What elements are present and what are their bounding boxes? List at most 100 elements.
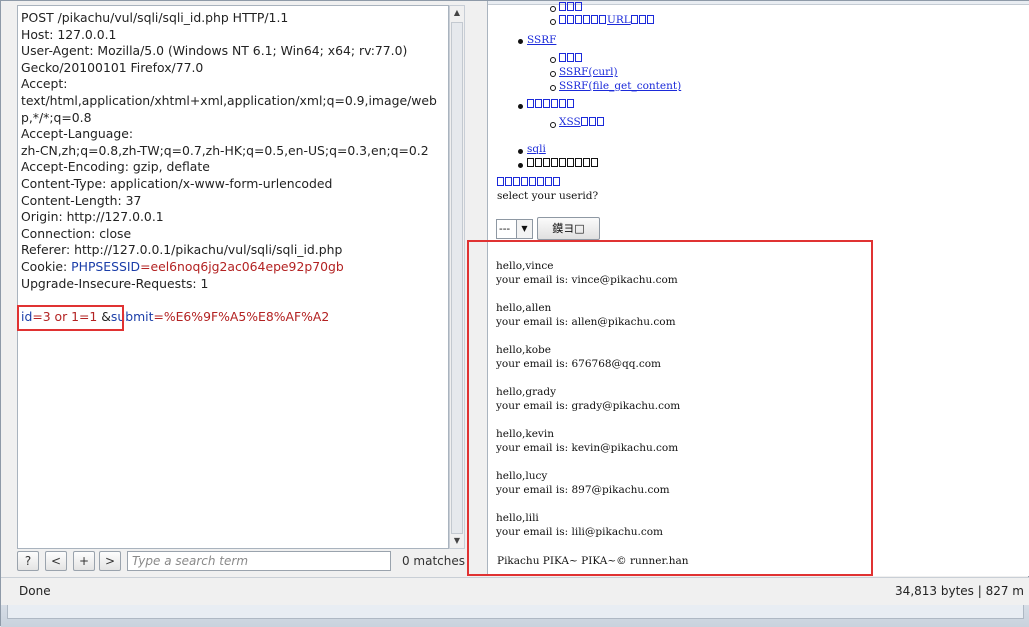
nav-link[interactable] — [559, 1, 583, 13]
status-text: Done — [19, 584, 51, 598]
result-entry: hello,vince your email is: vince@pikachu.… — [496, 259, 796, 287]
result-email: your email is: grady@pikachu.com — [496, 400, 681, 412]
scrollbar-thumb[interactable] — [451, 22, 463, 534]
userid-select[interactable]: --- ▼ — [496, 219, 533, 239]
result-email: your email is: vince@pikachu.com — [496, 274, 678, 286]
nav-link-ssrf-file[interactable]: SSRF(file_get_content) — [559, 80, 681, 92]
request-token: Referer: http://127.0.0.1/pikachu/vul/sq… — [21, 242, 343, 258]
request-token: Accept-Encoding: gzip, deflate — [21, 159, 210, 175]
help-button[interactable]: ? — [17, 551, 39, 571]
request-line: Accept: — [21, 76, 448, 93]
search-input[interactable]: Type a search term — [127, 551, 391, 571]
request-line — [21, 292, 448, 309]
request-line: Referer: http://127.0.0.1/pikachu/vul/sq… — [21, 242, 448, 259]
request-token: =%E6%9F%A5%E8%AF%A2 — [153, 308, 330, 324]
request-token: Content-Type: application/x-www-form-url… — [21, 175, 333, 191]
window-bottom-edge — [1, 605, 1029, 627]
result-greeting: hello,lucy — [496, 470, 548, 482]
request-token: PHPSESSID — [71, 258, 141, 274]
nav-link-sqli[interactable]: sqli — [527, 143, 546, 155]
request-line: p,*/*;q=0.8 — [21, 110, 448, 127]
request-line: Accept-Language: — [21, 126, 448, 143]
nav-link-ssrf[interactable]: SSRF — [527, 34, 556, 46]
nav-link-group[interactable] — [527, 98, 575, 110]
request-token: Gecko/20100101 Firefox/77.0 — [21, 59, 204, 75]
request-line: User-Agent: Mozilla/5.0 (Windows NT 6.1;… — [21, 43, 448, 60]
request-token: p,*/*;q=0.8 — [21, 109, 92, 125]
scroll-up-icon[interactable]: ▲ — [451, 6, 463, 20]
request-token: id — [21, 308, 33, 324]
request-line: Origin: http://127.0.0.1 — [21, 209, 448, 226]
scroll-down-icon[interactable]: ▼ — [451, 534, 463, 548]
result-greeting: hello,kobe — [496, 344, 551, 356]
result-email: your email is: kevin@pikachu.com — [496, 442, 679, 454]
request-line: Connection: close — [21, 226, 448, 243]
request-token: text/html,application/xhtml+xml,applicat… — [21, 92, 437, 108]
nav-link-ssrf-curl[interactable]: SSRF(curl) — [559, 66, 618, 78]
page-title-link[interactable] — [497, 176, 561, 188]
page-footer: Pikachu PIKA~ PIKA~© runner.han — [497, 555, 689, 567]
request-token: User-Agent: Mozilla/5.0 (Windows NT 6.1;… — [21, 43, 408, 59]
result-entry: hello,allen your email is: allen@pikachu.… — [496, 301, 796, 329]
request-pane: POST /pikachu/vul/sqli/sqli_id.php HTTP/… — [13, 3, 465, 573]
nav-link-ssrf-overview[interactable] — [559, 52, 583, 64]
result-entry: hello,lili your email is: lili@pikachu.co… — [496, 511, 796, 539]
request-token: Upgrade-Insecure-Requests: 1 — [21, 275, 209, 291]
request-token: & — [97, 308, 111, 324]
sub-bullet-icon — [550, 6, 556, 12]
request-editor[interactable]: POST /pikachu/vul/sqli/sqli_id.php HTTP/… — [17, 5, 449, 549]
request-token: zh-CN,zh;q=0.8,zh-TW;q=0.7,zh-HK;q=0.5,e… — [21, 142, 429, 158]
request-scrollbar[interactable]: ▲ ▼ — [449, 5, 465, 549]
request-line: Cookie: PHPSESSID=eel6noq6jg2ac064epe92p… — [21, 259, 448, 276]
result-email: your email is: lili@pikachu.com — [496, 526, 664, 538]
select-prompt: select your userid? — [497, 190, 599, 202]
nav-link-url[interactable]: URL — [559, 14, 655, 26]
pane-splitter[interactable] — [467, 1, 487, 576]
request-line: Upgrade-Insecure-Requests: 1 — [21, 276, 448, 293]
request-line: Content-Type: application/x-www-form-url… — [21, 176, 448, 193]
result-email: your email is: 897@pikachu.com — [496, 484, 670, 496]
next-match-button[interactable]: > — [99, 551, 121, 571]
bullet-icon — [518, 149, 523, 154]
result-greeting: hello,allen — [496, 302, 552, 314]
request-token: Accept-Language: — [21, 126, 134, 142]
request-token: Content-Length: 37 — [21, 192, 142, 208]
result-entry: hello,kevin your email is: kevin@pikachu.… — [496, 427, 796, 455]
chevron-down-icon[interactable]: ▼ — [516, 220, 532, 238]
app-window: POST /pikachu/vul/sqli/sqli_id.php HTTP/… — [0, 0, 1029, 627]
bullet-icon — [518, 104, 523, 109]
bullet-icon — [518, 163, 523, 168]
result-greeting: hello,grady — [496, 386, 557, 398]
request-line: POST /pikachu/vul/sqli/sqli_id.php HTTP/… — [21, 10, 448, 27]
result-greeting: hello,kevin — [496, 428, 554, 440]
status-bar: Done 34,813 bytes | 827 m — [1, 577, 1029, 605]
sub-bullet-icon — [550, 71, 556, 77]
nav-link-xss[interactable]: XSS — [559, 116, 605, 128]
add-button[interactable]: + — [73, 551, 95, 571]
result-entry: hello,lucy your email is: 897@pikachu.com — [496, 469, 796, 497]
request-line: Content-Length: 37 — [21, 193, 448, 210]
result-entry: hello,kobe your email is: 676768@qq.com — [496, 343, 796, 371]
result-entry: hello,grady your email is: grady@pikachu.… — [496, 385, 796, 413]
sub-bullet-icon — [550, 85, 556, 91]
request-token: =3 or 1=1 — [32, 308, 98, 324]
request-line: text/html,application/xhtml+xml,applicat… — [21, 93, 448, 110]
query-button[interactable]: 鏌ヨ□ — [537, 217, 600, 240]
request-line: id=3 or 1=1 &submit=%E6%9F%A5%E8%AF%A2 — [21, 309, 448, 326]
result-email: your email is: 676768@qq.com — [496, 358, 662, 370]
request-token: Host: 127.0.0.1 — [21, 26, 117, 42]
request-line: Gecko/20100101 Firefox/77.0 — [21, 60, 448, 77]
response-size: 34,813 bytes | 827 m — [895, 584, 1024, 598]
request-token: Cookie: — [21, 258, 72, 274]
result-email: your email is: allen@pikachu.com — [496, 316, 676, 328]
search-bar: ? < + > Type a search term 0 matches — [17, 551, 465, 573]
request-token: submit — [110, 308, 154, 324]
request-token: Connection: close — [21, 225, 132, 241]
nav-item-plain — [527, 157, 599, 169]
request-token: Origin: http://127.0.0.1 — [21, 209, 164, 225]
request-token: Accept: — [21, 76, 68, 92]
bullet-icon — [518, 39, 523, 44]
request-token: =eel6noq6jg2ac064epe92p70gb — [140, 258, 344, 274]
previous-match-button[interactable]: < — [45, 551, 67, 571]
sub-bullet-icon — [550, 57, 556, 63]
